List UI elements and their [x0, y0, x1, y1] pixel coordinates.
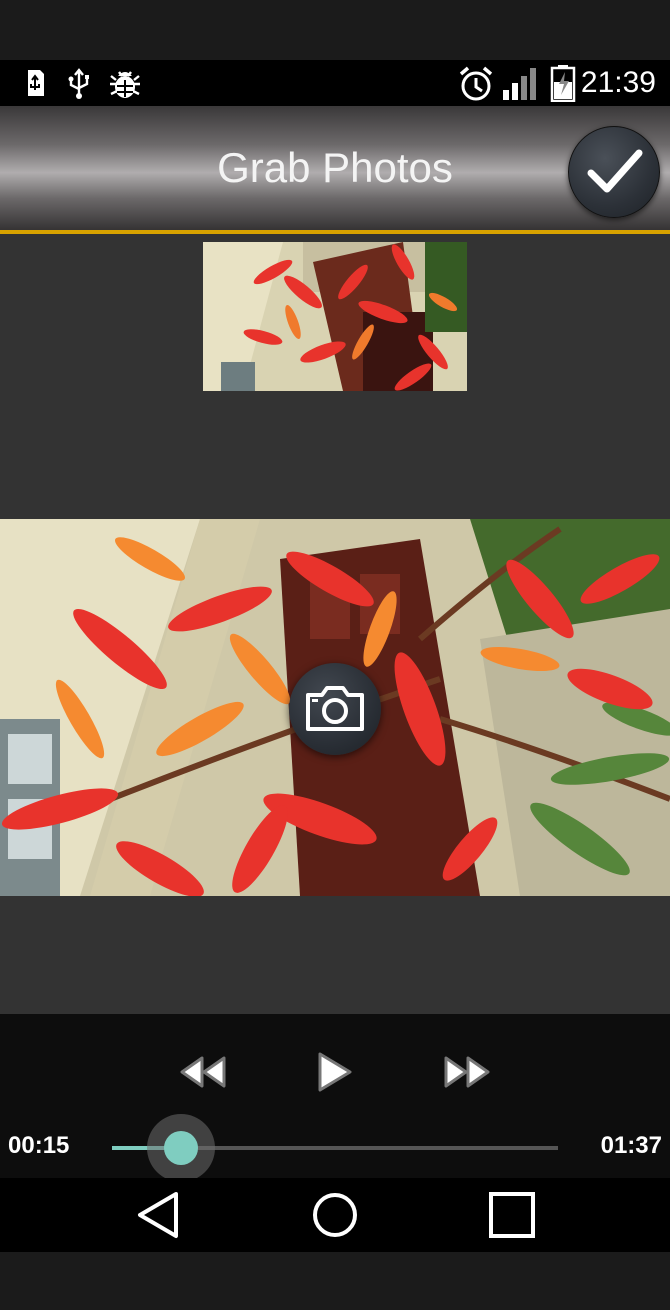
- camera-icon: [306, 686, 364, 731]
- rewind-button[interactable]: [172, 1050, 232, 1094]
- content-area: [0, 234, 670, 1014]
- current-time: 00:15: [8, 1132, 70, 1159]
- total-time: 01:37: [600, 1132, 662, 1159]
- status-bar: 21:39: [0, 60, 670, 106]
- fast-forward-icon: [444, 1056, 490, 1088]
- battery-charging-icon: [550, 64, 576, 107]
- action-bar: Grab Photos: [0, 106, 670, 234]
- seek-thumb[interactable]: [164, 1131, 199, 1165]
- recents-button[interactable]: [482, 1190, 542, 1240]
- done-button[interactable]: [568, 126, 660, 218]
- home-icon: [313, 1193, 357, 1237]
- checkmark-icon: [587, 149, 643, 193]
- usb-storage-icon: [22, 68, 48, 103]
- play-icon: [318, 1052, 352, 1092]
- usb-icon: [66, 68, 92, 105]
- back-button[interactable]: [130, 1190, 190, 1240]
- system-nav-bar: [0, 1178, 670, 1252]
- playback-controls: 00:15 01:37: [0, 1014, 670, 1182]
- fast-forward-button[interactable]: [438, 1050, 498, 1094]
- home-button[interactable]: [305, 1190, 365, 1240]
- captured-photo-thumbnail[interactable]: [203, 242, 467, 391]
- debug-bug-icon: [108, 68, 142, 105]
- capture-frame-button[interactable]: [289, 663, 381, 755]
- recents-icon: [489, 1192, 535, 1238]
- top-spacer: [0, 0, 670, 60]
- play-button[interactable]: [308, 1050, 358, 1094]
- alarm-icon: [458, 66, 494, 107]
- status-time: 21:39: [580, 66, 656, 99]
- back-icon: [138, 1192, 178, 1238]
- signal-icon: [502, 66, 542, 105]
- bottom-spacer: [0, 1252, 670, 1310]
- rewind-icon: [180, 1056, 226, 1088]
